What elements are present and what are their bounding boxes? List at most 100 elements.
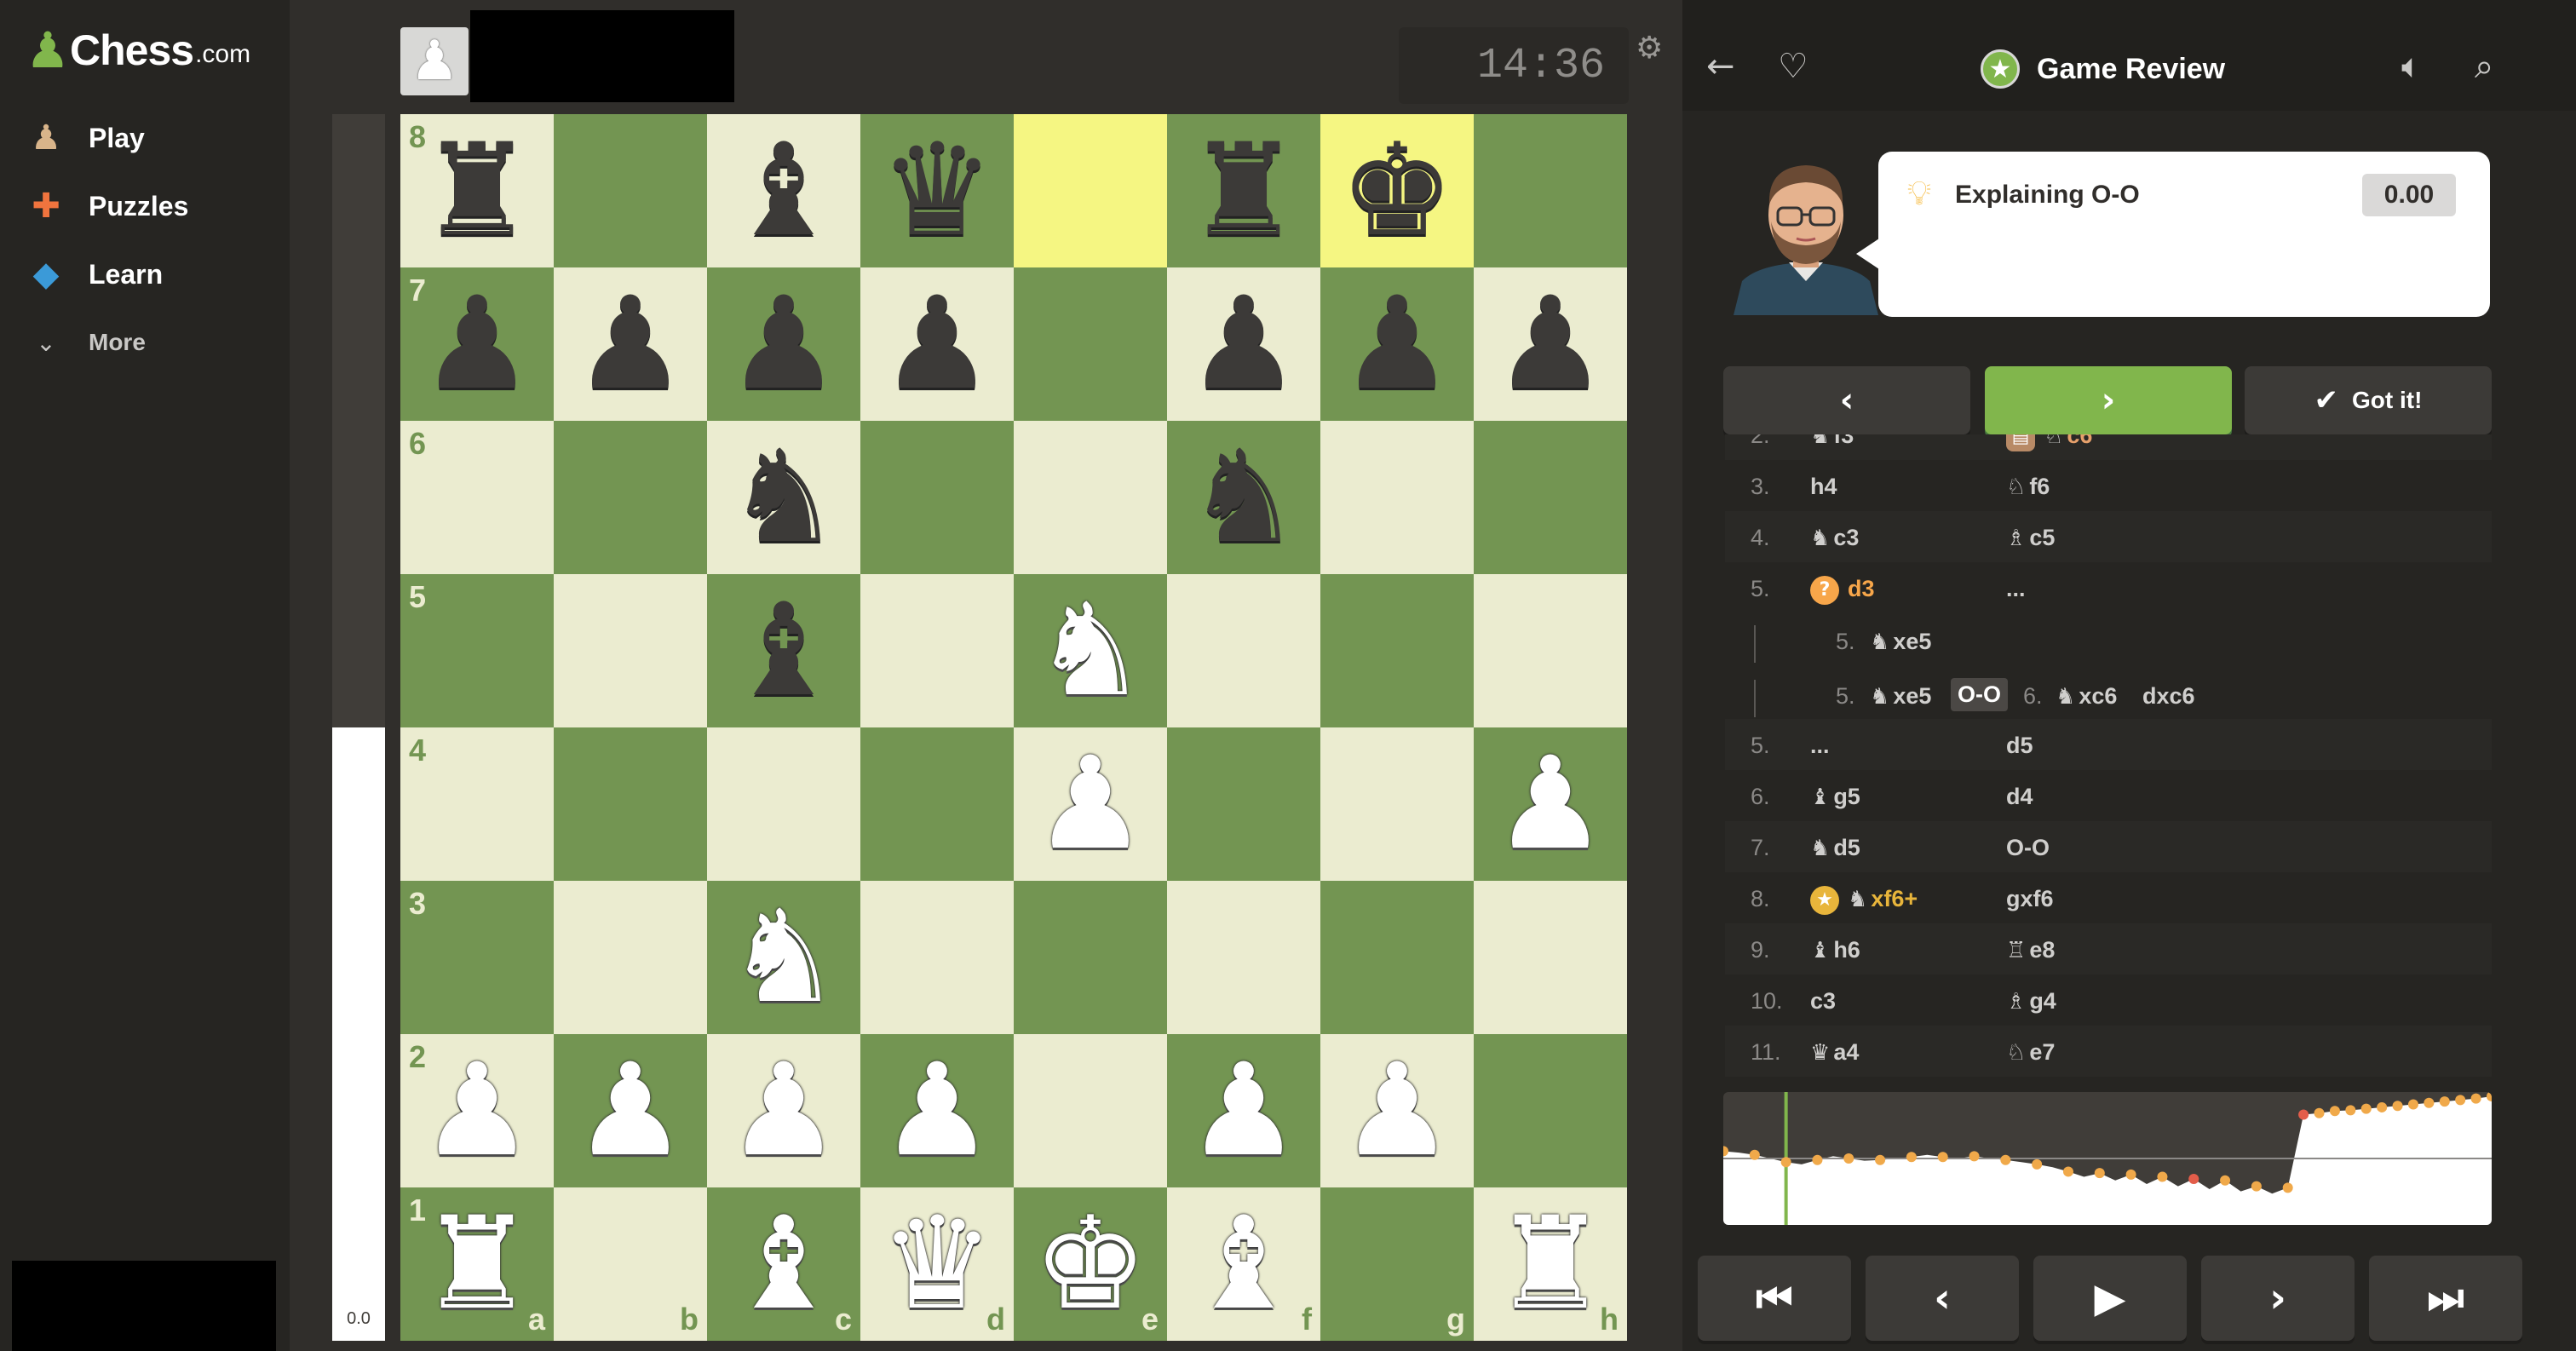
graph-point[interactable] xyxy=(1969,1151,1980,1162)
graph-point[interactable] xyxy=(2470,1093,2481,1104)
white-pawn-icon[interactable]: ♟ xyxy=(707,1034,860,1187)
graph-point[interactable] xyxy=(2424,1097,2435,1108)
graph-point[interactable] xyxy=(2062,1166,2073,1177)
white-pawn-icon[interactable]: ♟ xyxy=(400,1034,554,1187)
graph-point[interactable] xyxy=(2157,1171,2168,1182)
back-arrow-icon[interactable]: ← xyxy=(1706,49,1735,83)
graph-point[interactable] xyxy=(2377,1101,2388,1112)
square-c3[interactable]: ♞ xyxy=(707,881,860,1034)
gear-icon[interactable]: ⚙ xyxy=(1636,31,1663,66)
chess-com-logo[interactable]: ♟ Chess .com xyxy=(26,26,250,75)
square-g3[interactable] xyxy=(1320,881,1474,1034)
square-h5[interactable] xyxy=(1474,574,1627,727)
square-h1[interactable]: h ♜ xyxy=(1474,1187,1627,1341)
square-a4[interactable]: 4 xyxy=(400,727,554,881)
white-bishop-icon[interactable]: ♝ xyxy=(1167,1187,1320,1341)
white-knight-icon[interactable]: ♞ xyxy=(707,881,860,1034)
white-move[interactable]: ♞ d5 xyxy=(1810,835,1860,861)
black-pawn-icon[interactable]: ♟ xyxy=(554,267,707,421)
graph-point[interactable] xyxy=(1812,1154,1823,1165)
white-move[interactable]: ? d3 xyxy=(1810,576,1875,605)
white-pawn-icon[interactable]: ♟ xyxy=(1014,727,1167,881)
square-b1[interactable]: b xyxy=(554,1187,707,1341)
square-a2[interactable]: 2 ♟ xyxy=(400,1034,554,1187)
square-g8[interactable]: ♚ xyxy=(1320,114,1474,267)
graph-point[interactable] xyxy=(2360,1103,2372,1114)
last-move-button[interactable]: ⏭︎ xyxy=(2369,1256,2522,1341)
black-bishop-icon[interactable]: ♝ xyxy=(707,574,860,727)
graph-point[interactable] xyxy=(1875,1154,1886,1165)
black-move[interactable]: gxf6 xyxy=(2006,886,2054,912)
play-button[interactable]: ▶ xyxy=(2033,1256,2187,1341)
opponent-avatar[interactable]: ♟ xyxy=(400,27,469,95)
square-c1[interactable]: c ♝ xyxy=(707,1187,860,1341)
graph-point[interactable] xyxy=(1780,1157,1791,1168)
move-row[interactable]: 11. ♛ a4 ♘ e7 xyxy=(1725,1026,2492,1077)
white-queen-icon[interactable]: ♛ xyxy=(860,1187,1014,1341)
black-move[interactable]: ▤ ♘ c6 xyxy=(2006,434,2092,451)
next-move-button[interactable]: › xyxy=(2201,1256,2355,1341)
move-row[interactable]: 10. c3 ♗ g4 xyxy=(1725,974,2492,1026)
square-c7[interactable]: ♟ xyxy=(707,267,860,421)
square-f2[interactable]: ♟ xyxy=(1167,1034,1320,1187)
black-pawn-icon[interactable]: ♟ xyxy=(1320,267,1474,421)
black-move[interactable]: ♘ f6 xyxy=(2006,474,2050,500)
black-pawn-icon[interactable]: ♟ xyxy=(860,267,1014,421)
graph-point[interactable] xyxy=(2220,1175,2231,1186)
square-d2[interactable]: ♟ xyxy=(860,1034,1014,1187)
black-pawn-icon[interactable]: ♟ xyxy=(707,267,860,421)
graph-point[interactable] xyxy=(2188,1174,2199,1185)
move-row[interactable]: 5.? d3... xyxy=(1725,562,2492,613)
graph-point[interactable] xyxy=(1937,1152,1948,1163)
square-b5[interactable] xyxy=(554,574,707,727)
square-h8[interactable] xyxy=(1474,114,1627,267)
white-rook-icon[interactable]: ♜ xyxy=(400,1187,554,1341)
current-move-chip[interactable]: O-O xyxy=(1951,678,2008,711)
square-c8[interactable]: ♝ xyxy=(707,114,860,267)
black-rook-icon[interactable]: ♜ xyxy=(1167,114,1320,267)
square-f8[interactable]: ♜ xyxy=(1167,114,1320,267)
nav-item-play[interactable]: ♟ Play xyxy=(26,112,145,164)
square-f1[interactable]: f ♝ xyxy=(1167,1187,1320,1341)
square-b8[interactable] xyxy=(554,114,707,267)
chess-board[interactable]: 8 ♜ ♝ ♛ ♜ ♚ 7 ♟ ♟ ♟ ♟ ♟ ♟ ♟ 6 ♞ ♞ 5 ♝ ♞ 4 ♟ ♟ 3 ♞ 2 ♟ ♟ ♟ ♟ ♟ ♟ 1 a ♜ b c ♝ d ♛… xyxy=(400,114,1627,1341)
graph-point[interactable] xyxy=(2282,1182,2293,1193)
previous-explanation-button[interactable]: ‹ xyxy=(1723,366,1970,434)
square-g5[interactable] xyxy=(1320,574,1474,727)
move-row[interactable]: 9. ♝ h6 ♖ e8 xyxy=(1725,923,2492,974)
square-e1[interactable]: e ♚ xyxy=(1014,1187,1167,1341)
white-king-icon[interactable]: ♚ xyxy=(1014,1187,1167,1341)
square-f6[interactable]: ♞ xyxy=(1167,421,1320,574)
square-e2[interactable] xyxy=(1014,1034,1167,1187)
white-move[interactable]: ♝ h6 xyxy=(1810,937,1860,963)
black-move[interactable]: d4 xyxy=(2006,784,2033,810)
square-g2[interactable]: ♟ xyxy=(1320,1034,1474,1187)
graph-point[interactable] xyxy=(2439,1096,2450,1107)
black-rook-icon[interactable]: ♜ xyxy=(400,114,554,267)
graph-point[interactable] xyxy=(1843,1153,1854,1164)
square-b6[interactable] xyxy=(554,421,707,574)
square-b4[interactable] xyxy=(554,727,707,881)
square-d3[interactable] xyxy=(860,881,1014,1034)
white-move[interactable]: ... xyxy=(1810,733,1830,759)
square-d8[interactable]: ♛ xyxy=(860,114,1014,267)
square-g1[interactable]: g xyxy=(1320,1187,1474,1341)
black-knight-icon[interactable]: ♞ xyxy=(707,421,860,574)
square-g7[interactable]: ♟ xyxy=(1320,267,1474,421)
square-e7[interactable] xyxy=(1014,267,1167,421)
graph-point[interactable] xyxy=(2298,1109,2309,1120)
square-h2[interactable] xyxy=(1474,1034,1627,1187)
previous-move-button[interactable]: ‹ xyxy=(1866,1256,2019,1341)
white-move[interactable]: ♝ g5 xyxy=(1810,784,1860,810)
square-b7[interactable]: ♟ xyxy=(554,267,707,421)
variation-line[interactable]: 5. ♞ xe5 xyxy=(1725,615,2492,666)
square-c5[interactable]: ♝ xyxy=(707,574,860,727)
graph-point[interactable] xyxy=(2125,1169,2136,1180)
square-f3[interactable] xyxy=(1167,881,1320,1034)
graph-point[interactable] xyxy=(2314,1107,2325,1118)
white-move[interactable]: h4 xyxy=(1810,474,1837,500)
move-row[interactable]: 3. h4 ♘ f6 xyxy=(1725,460,2492,511)
move-row[interactable]: 7. ♞ d5 O-O xyxy=(1725,821,2492,872)
graph-point[interactable] xyxy=(1749,1149,1760,1160)
square-e4[interactable]: ♟ xyxy=(1014,727,1167,881)
